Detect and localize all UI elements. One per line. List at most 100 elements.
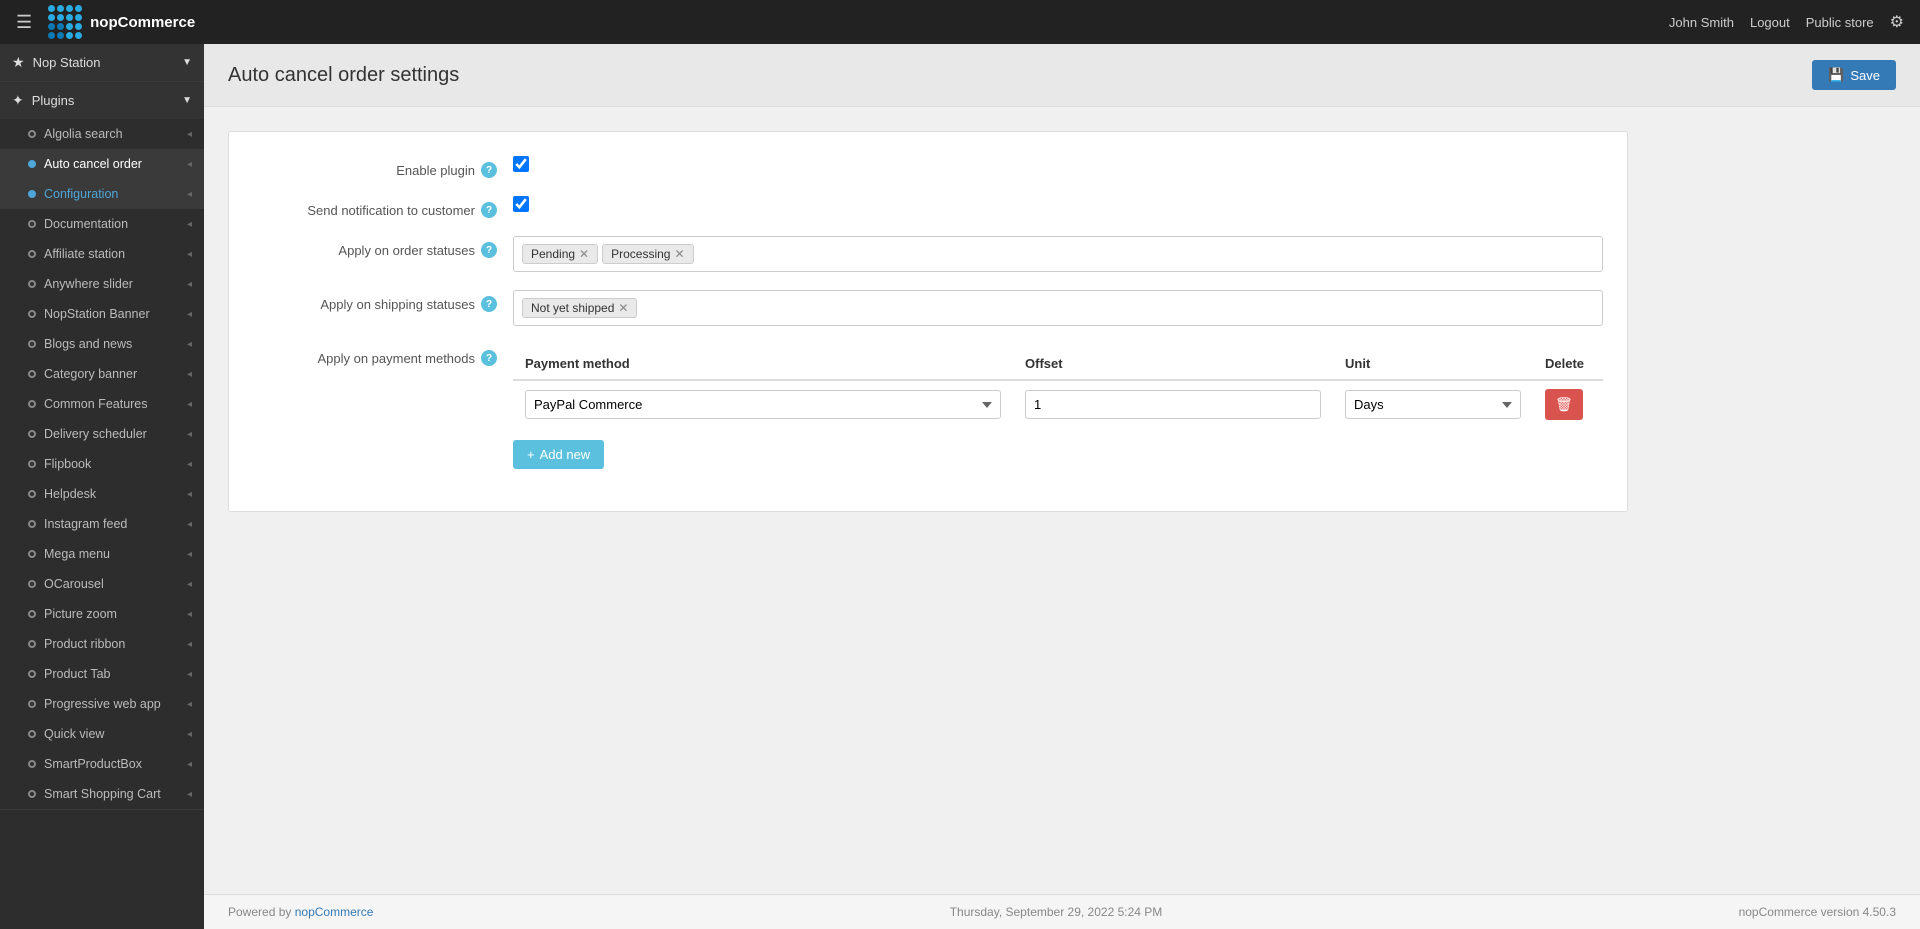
plugins-header[interactable]: ✦ Plugins ▼ [0, 82, 204, 119]
public-store-link[interactable]: Public store [1806, 15, 1874, 30]
shipping-statuses-tags[interactable]: Not yet shipped ✕ [513, 290, 1603, 326]
tag-pending: Pending ✕ [522, 244, 598, 264]
nopstation-banner-label: NopStation Banner [44, 307, 150, 321]
footer-version: nopCommerce version 4.50.3 [1739, 905, 1896, 919]
order-statuses-tags[interactable]: Pending ✕ Processing ✕ [513, 236, 1603, 272]
powered-by-text: Powered by [228, 905, 291, 919]
send-notification-control [513, 196, 1603, 215]
payment-methods-row: Apply on payment methods ? Payment metho… [253, 344, 1603, 469]
sidebar-item-progressive-web-app[interactable]: Progressive web app◂ [0, 689, 204, 719]
sidebar-item-flipbook[interactable]: Flipbook◂ [0, 449, 204, 479]
sidebar-item-ocarousel[interactable]: OCarousel◂ [0, 569, 204, 599]
payment-methods-help-icon[interactable]: ? [481, 350, 497, 366]
sidebar-item-category-banner[interactable]: Category banner◂ [0, 359, 204, 389]
nop-station-arrow: ▼ [182, 57, 192, 68]
sidebar-item-instagram-feed[interactable]: Instagram feed◂ [0, 509, 204, 539]
payment-row-1: PayPal Commerce Stripe Manual [513, 380, 1603, 428]
payment-table: Payment method Offset Unit Delete [513, 348, 1603, 428]
offset-cell [1013, 380, 1333, 428]
configuration-chevron: ◂ [187, 189, 192, 200]
offset-input[interactable] [1025, 390, 1321, 419]
footer-left: Powered by nopCommerce [228, 905, 373, 919]
tag-processing-remove[interactable]: ✕ [674, 248, 684, 260]
logout-link[interactable]: Logout [1750, 15, 1790, 30]
product-ribbon-dot [28, 640, 36, 648]
tag-not-yet-shipped: Not yet shipped ✕ [522, 298, 637, 318]
sidebar-item-anywhere-slider[interactable]: Anywhere slider◂ [0, 269, 204, 299]
quick-view-chevron: ◂ [187, 729, 192, 740]
configuration-dot [28, 190, 36, 198]
ocarousel-chevron: ◂ [187, 579, 192, 590]
main-wrapper: ★ Nop Station ▼ ✦ Plugins ▼ Algolia sear… [0, 44, 1920, 929]
documentation-label: Documentation [44, 217, 128, 231]
nop-station-icon: ★ [12, 54, 25, 71]
sidebar-item-picture-zoom[interactable]: Picture zoom◂ [0, 599, 204, 629]
sidebar-item-product-ribbon[interactable]: Product ribbon◂ [0, 629, 204, 659]
send-notification-row: Send notification to customer ? [253, 196, 1603, 218]
shipping-statuses-control: Not yet shipped ✕ [513, 290, 1603, 326]
delivery-scheduler-dot [28, 430, 36, 438]
flipbook-dot [28, 460, 36, 468]
powered-by-link[interactable]: nopCommerce [295, 905, 374, 919]
sidebar-item-delivery-scheduler[interactable]: Delivery scheduler◂ [0, 419, 204, 449]
unit-select[interactable]: Days Hours Minutes [1345, 390, 1521, 419]
sidebar-item-affiliate-station[interactable]: Affiliate station◂ [0, 239, 204, 269]
sidebar-item-smart-shopping-cart[interactable]: Smart Shopping Cart◂ [0, 779, 204, 809]
username-label: John Smith [1669, 15, 1734, 30]
settings-icon[interactable]: ⚙ [1890, 12, 1904, 32]
plugins-label: Plugins [32, 93, 75, 108]
tag-not-yet-shipped-label: Not yet shipped [531, 301, 614, 315]
order-statuses-help-icon[interactable]: ? [481, 242, 497, 258]
tag-pending-remove[interactable]: ✕ [579, 248, 589, 260]
sidebar-item-auto-cancel-order[interactable]: Auto cancel order◂ [0, 149, 204, 179]
enable-plugin-checkbox[interactable] [513, 156, 529, 172]
picture-zoom-dot [28, 610, 36, 618]
enable-plugin-label: Enable plugin ? [253, 156, 513, 178]
product-ribbon-chevron: ◂ [187, 639, 192, 650]
delete-cell: 🗑 [1533, 380, 1603, 428]
picture-zoom-chevron: ◂ [187, 609, 192, 620]
tag-not-yet-shipped-remove[interactable]: ✕ [618, 302, 628, 314]
col-delete: Delete [1533, 348, 1603, 380]
page-title: Auto cancel order settings [228, 64, 459, 87]
logo-dots [48, 5, 82, 39]
plugins-icon: ✦ [12, 92, 24, 109]
add-new-button[interactable]: + Add new [513, 440, 604, 469]
flipbook-chevron: ◂ [187, 459, 192, 470]
sidebar-item-common-features[interactable]: Common Features◂ [0, 389, 204, 419]
delete-row-button[interactable]: 🗑 [1545, 389, 1583, 420]
smartproductbox-chevron: ◂ [187, 759, 192, 770]
sidebar-item-algolia-search[interactable]: Algolia search◂ [0, 119, 204, 149]
payment-method-select[interactable]: PayPal Commerce Stripe Manual [525, 390, 1001, 419]
sidebar-item-helpdesk[interactable]: Helpdesk◂ [0, 479, 204, 509]
sidebar-item-smartproductbox[interactable]: SmartProductBox◂ [0, 749, 204, 779]
anywhere-slider-dot [28, 280, 36, 288]
anywhere-slider-label: Anywhere slider [44, 277, 133, 291]
auto-cancel-order-dot [28, 160, 36, 168]
sidebar-item-product-tab[interactable]: Product Tab◂ [0, 659, 204, 689]
shipping-statuses-help-icon[interactable]: ? [481, 296, 497, 312]
blogs-and-news-chevron: ◂ [187, 339, 192, 350]
sidebar-item-nopstation-banner[interactable]: NopStation Banner◂ [0, 299, 204, 329]
save-button[interactable]: 💾 Save [1812, 60, 1896, 90]
save-icon: 💾 [1828, 67, 1844, 83]
sidebar-item-blogs-and-news[interactable]: Blogs and news◂ [0, 329, 204, 359]
common-features-dot [28, 400, 36, 408]
sidebar-item-documentation[interactable]: Documentation◂ [0, 209, 204, 239]
sidebar-item-configuration[interactable]: Configuration◂ [0, 179, 204, 209]
mega-menu-chevron: ◂ [187, 549, 192, 560]
instagram-feed-chevron: ◂ [187, 519, 192, 530]
ocarousel-dot [28, 580, 36, 588]
enable-plugin-help-icon[interactable]: ? [481, 162, 497, 178]
nop-station-label: Nop Station [33, 55, 101, 70]
sidebar-item-quick-view[interactable]: Quick view◂ [0, 719, 204, 749]
hamburger-button[interactable]: ☰ [16, 12, 32, 33]
plugins-section: ✦ Plugins ▼ Algolia search◂Auto cancel o… [0, 82, 204, 810]
sidebar-item-mega-menu[interactable]: Mega menu◂ [0, 539, 204, 569]
content-scroll: Enable plugin ? Send notification to cus… [204, 107, 1920, 894]
send-notification-help-icon[interactable]: ? [481, 202, 497, 218]
tag-pending-label: Pending [531, 247, 575, 261]
send-notification-checkbox[interactable] [513, 196, 529, 212]
order-statuses-control: Pending ✕ Processing ✕ [513, 236, 1603, 272]
nop-station-header[interactable]: ★ Nop Station ▼ [0, 44, 204, 81]
